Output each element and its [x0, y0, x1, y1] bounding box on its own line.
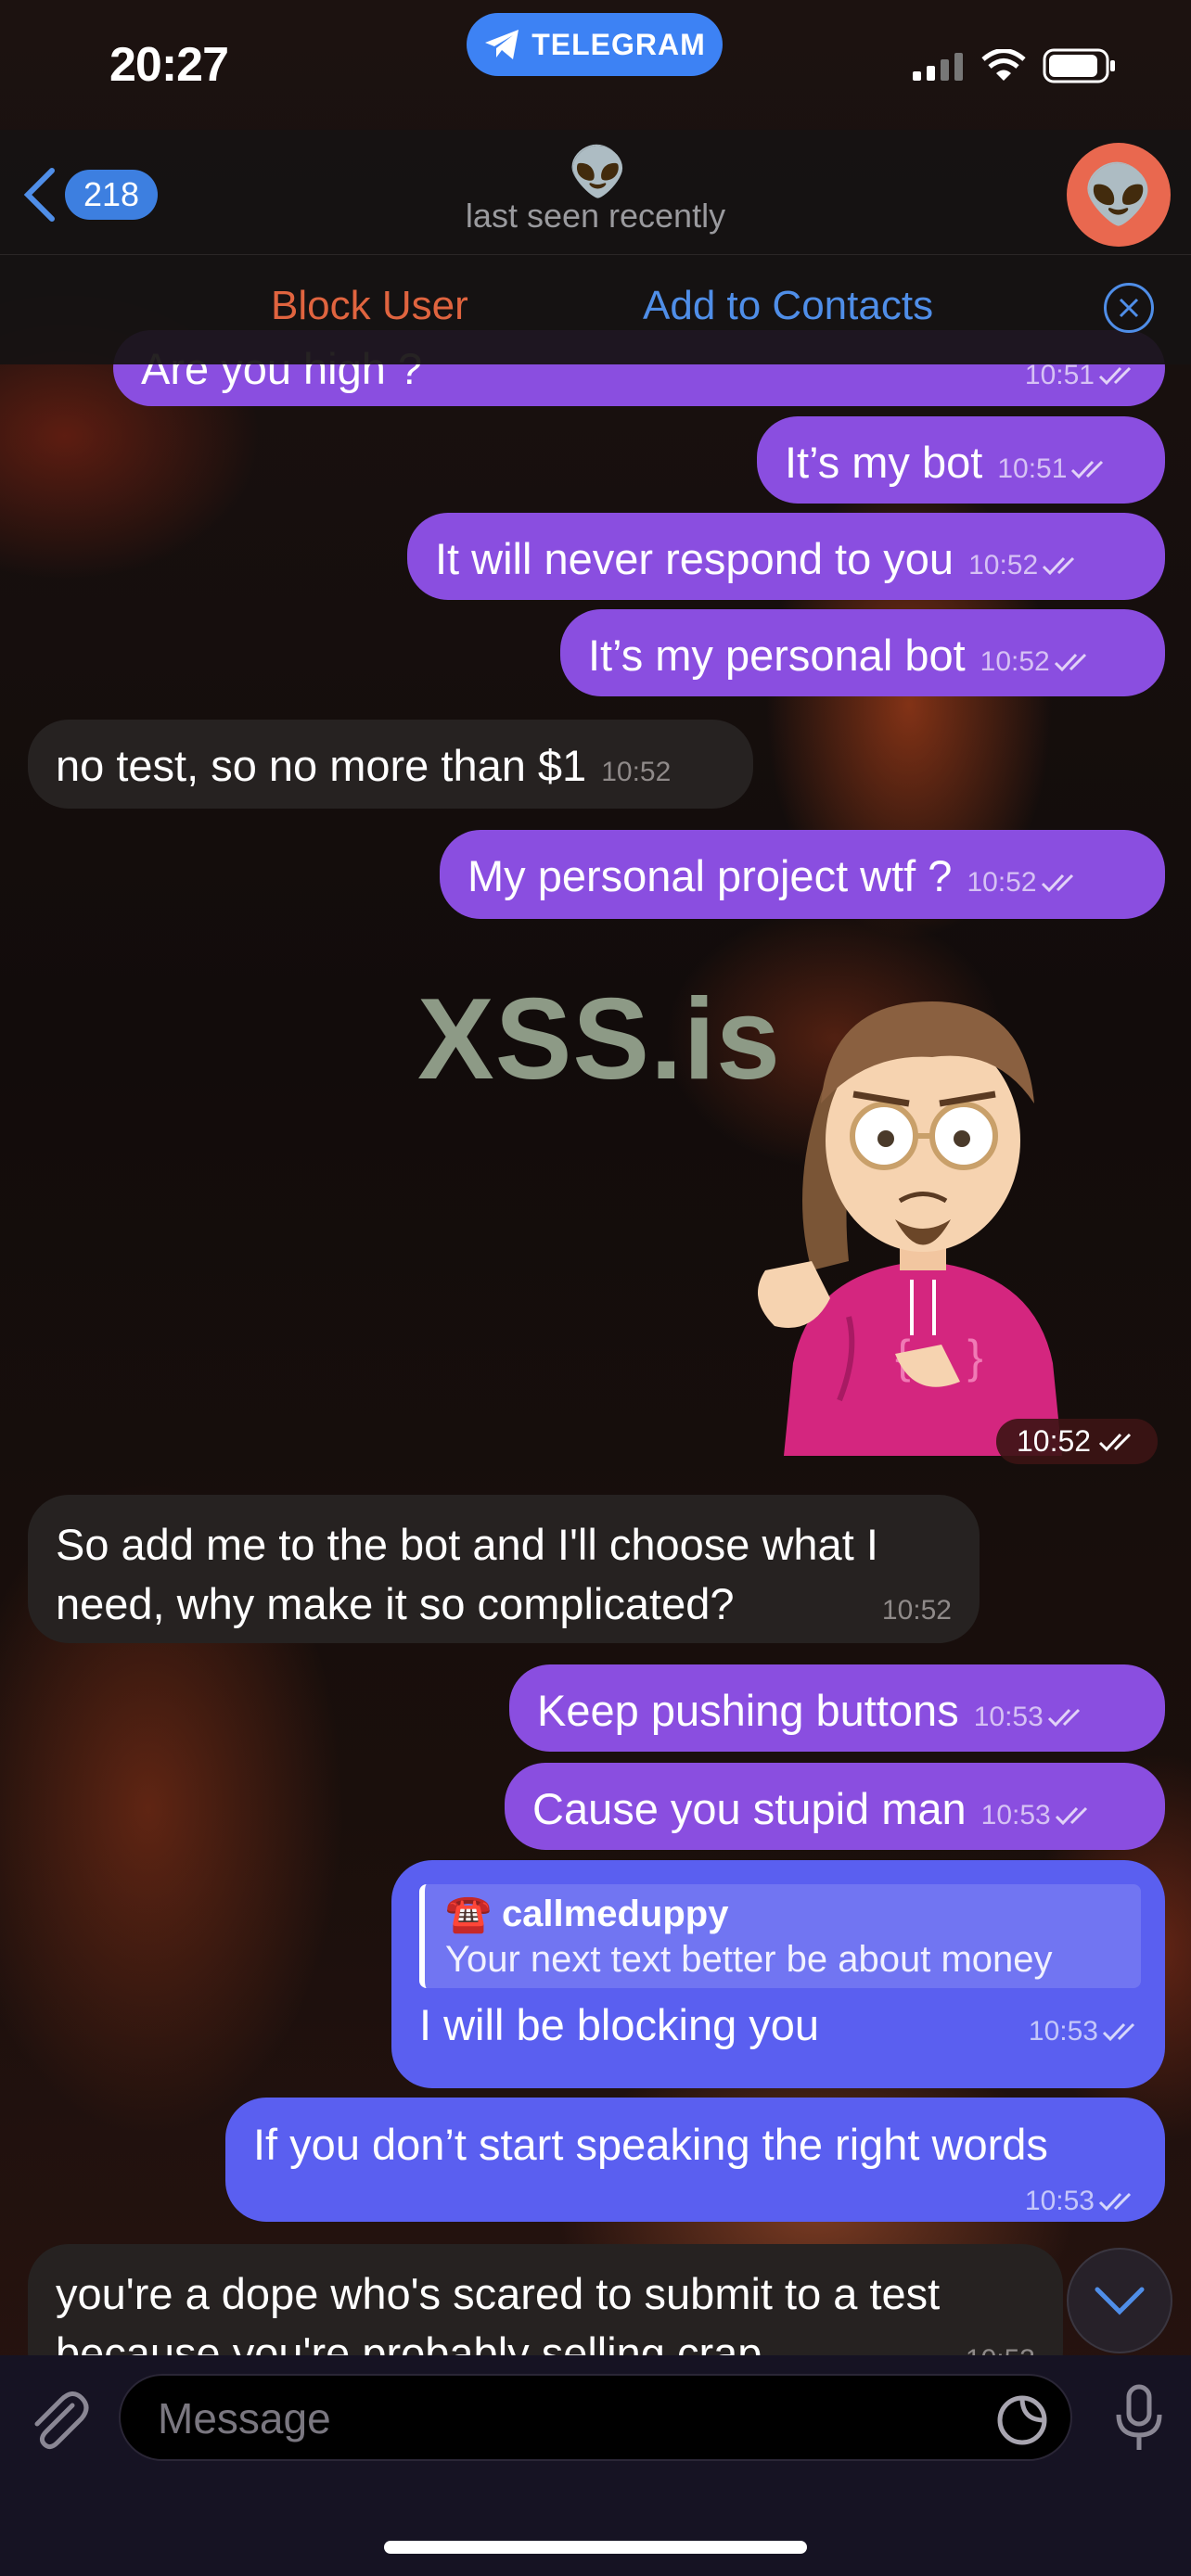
microphone-icon — [1116, 2384, 1162, 2450]
paperclip-icon — [34, 2391, 89, 2450]
double-check-icon — [1047, 1708, 1080, 1728]
double-check-icon — [1054, 653, 1086, 672]
message-time: 10:52 — [601, 757, 672, 787]
microphone-button[interactable] — [1113, 2383, 1165, 2458]
svg-text:}: } — [967, 1331, 983, 1383]
cellular-signal-icon — [913, 53, 963, 81]
last-seen-status: last seen recently — [465, 197, 726, 235]
message-text: It will never respond to you — [435, 534, 954, 583]
block-user-button[interactable]: Block User — [271, 283, 468, 329]
chat-screen: XSS.is Are you high ? 10:51 It’s my bot … — [0, 0, 1191, 2576]
wifi-icon — [981, 49, 1026, 81]
bitmoji-sticker[interactable]: { } — [728, 964, 1118, 1456]
message-text: If you don’t start speaking the right wo… — [253, 2120, 1048, 2169]
message-time: 10:52 — [980, 636, 1093, 688]
reply-quote[interactable]: ☎️ callmeduppy Your next text better be … — [419, 1884, 1141, 1988]
message-text: It’s my personal bot — [588, 631, 966, 680]
message-bubble-outgoing[interactable]: It’s my bot 10:51 — [757, 416, 1165, 504]
message-time: 10:53 — [981, 1790, 1094, 1842]
add-to-contacts-button[interactable]: Add to Contacts — [643, 283, 933, 329]
contact-name-emoji[interactable]: 👽 — [568, 145, 628, 200]
message-bubble-outgoing[interactable]: My personal project wtf ? 10:52 — [440, 830, 1165, 919]
close-action-bar-button[interactable] — [1104, 283, 1154, 333]
message-input[interactable] — [156, 2376, 957, 2461]
status-icons — [913, 48, 1117, 83]
message-text-line: you're a dope who's scared to submit to … — [56, 2269, 941, 2318]
message-bubble-outgoing[interactable]: It will never respond to you 10:52 — [407, 513, 1165, 600]
telephone-icon: ☎️ — [445, 1894, 492, 1934]
message-time: 10:52 — [968, 540, 1081, 592]
contact-avatar[interactable]: 👽 — [1067, 143, 1171, 247]
double-check-icon — [1099, 1433, 1132, 1451]
chat-header: 218 👽 last seen recently 👽 — [0, 130, 1191, 254]
message-input-bar — [0, 2355, 1191, 2576]
message-time: 10:52 — [967, 857, 1079, 909]
reply-author: ☎️ callmeduppy — [445, 1894, 729, 1934]
home-indicator — [384, 2541, 807, 2554]
message-bubble-outgoing[interactable]: Cause you stupid man 10:53 — [505, 1763, 1165, 1850]
reply-text: Your next text better be about money — [445, 1939, 1053, 1980]
double-check-icon — [1043, 556, 1075, 576]
message-text-line: need, why make it so complicated? — [56, 1579, 735, 1628]
message-text-line: So add me to the bot and I'll choose wha… — [56, 1520, 878, 1569]
telegram-app-pill[interactable]: TELEGRAM — [467, 13, 723, 76]
message-time: 10:53 — [974, 1691, 1086, 1743]
message-time: 10:53 — [1025, 2174, 1137, 2228]
double-check-icon — [1098, 366, 1132, 386]
double-check-icon — [1102, 2022, 1135, 2042]
message-bubble-outgoing[interactable]: It’s my personal bot 10:52 — [560, 609, 1165, 696]
status-time: 20:27 — [109, 38, 229, 92]
sticker-icon — [997, 2395, 1047, 2445]
double-check-icon — [1055, 1806, 1087, 1826]
app-pill-label: TELEGRAM — [531, 27, 706, 61]
message-field[interactable] — [119, 2374, 1072, 2461]
alien-icon: 👽 — [1082, 162, 1155, 227]
message-text: It’s my bot — [785, 438, 983, 487]
double-check-icon — [1071, 460, 1104, 479]
sticker-button[interactable] — [994, 2392, 1050, 2453]
chevron-down-icon — [1095, 2287, 1145, 2315]
message-text: no test, so no more than $1 — [56, 741, 587, 790]
message-bubble-reply[interactable]: ☎️ callmeduppy Your next text better be … — [391, 1860, 1165, 2088]
telegram-plane-icon — [485, 30, 519, 59]
message-text: Cause you stupid man — [532, 1784, 967, 1833]
message-bubble-outgoing[interactable]: Keep pushing buttons 10:53 — [509, 1664, 1165, 1752]
scroll-to-bottom-button[interactable] — [1067, 2248, 1172, 2353]
double-check-icon — [1041, 874, 1073, 893]
action-bar: Block User Add to Contacts — [0, 254, 1191, 364]
watermark-text: XSS.is — [417, 976, 781, 1103]
status-bar: 20:27 TELEGRAM — [0, 0, 1191, 130]
battery-icon — [1043, 48, 1115, 83]
double-check-icon — [1098, 2192, 1132, 2212]
message-time: 10:51 — [997, 443, 1109, 495]
message-bubble-outgoing[interactable]: If you don’t start speaking the right wo… — [225, 2098, 1165, 2222]
message-time: 10:52 — [881, 1595, 952, 1626]
message-text: Keep pushing buttons — [537, 1686, 959, 1735]
close-icon — [1119, 298, 1139, 318]
message-text: My personal project wtf ? — [467, 851, 953, 900]
message-time: 10:53 — [1029, 2006, 1141, 2058]
sticker-time: 10:52 — [996, 1419, 1159, 1464]
message-bubble-incoming[interactable]: So add me to the bot and I'll choose wha… — [28, 1495, 980, 1643]
message-text: I will be blocking you — [419, 2000, 820, 2049]
message-bubble-incoming[interactable]: no test, so no more than $1 10:52 — [28, 720, 753, 809]
attach-button[interactable] — [26, 2389, 91, 2458]
